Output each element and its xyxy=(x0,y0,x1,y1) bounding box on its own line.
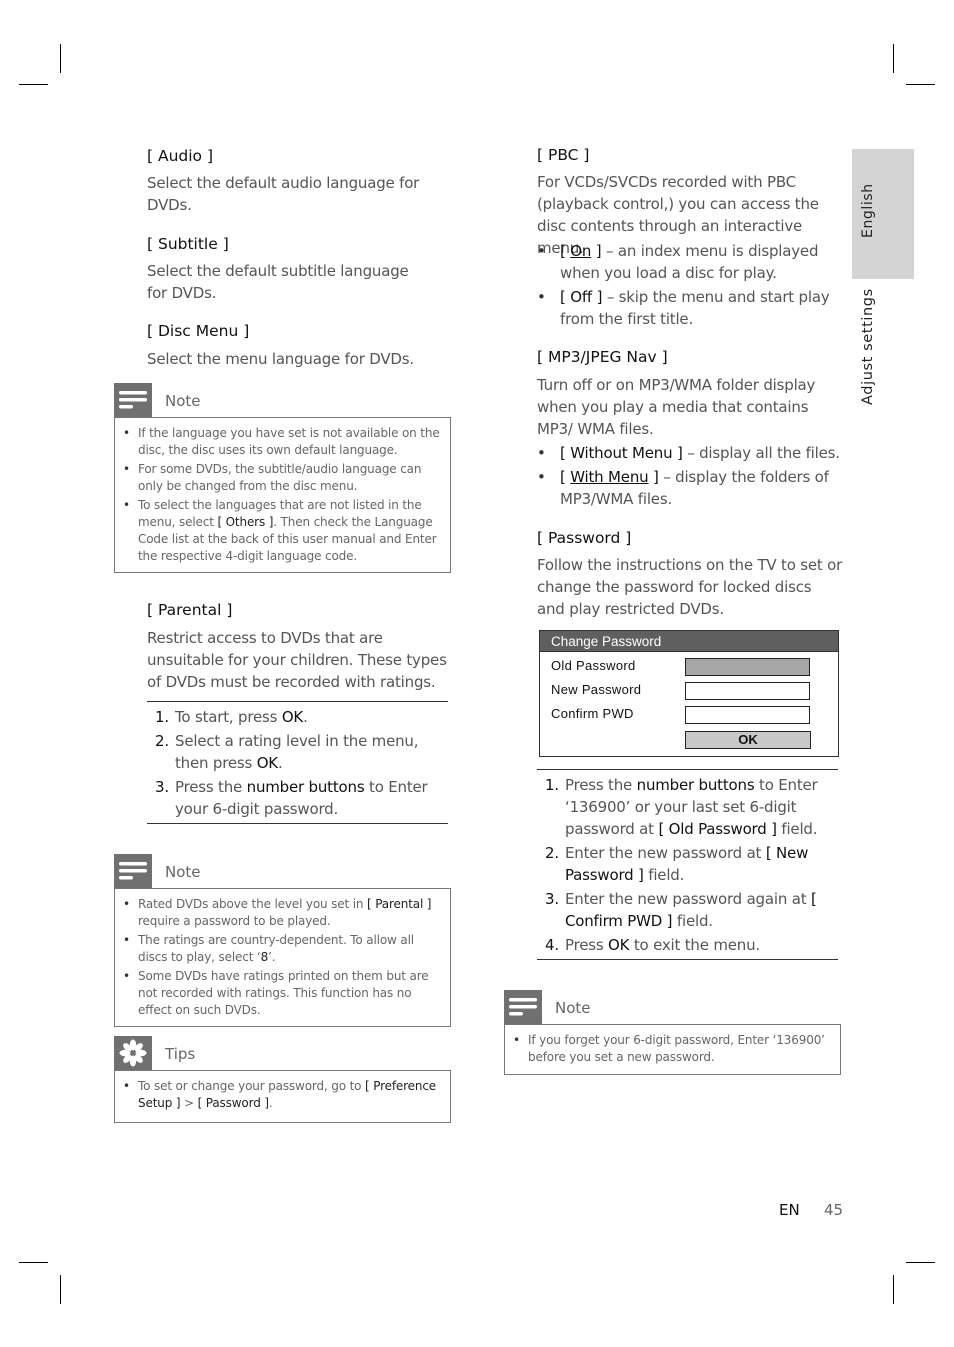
pbc-options: •[ On ] – an index menu is displayed whe… xyxy=(537,240,843,330)
step-item: 4. Press OK to exit the menu. xyxy=(545,936,760,954)
crop-mark xyxy=(19,84,48,85)
side-tab-language-label: English xyxy=(860,183,876,238)
footer-lang: EN xyxy=(779,1201,800,1219)
crop-mark xyxy=(906,1262,935,1263)
disc-menu-heading: [ Disc Menu ] xyxy=(147,322,250,340)
note-item: • The ratings are country-dependent. To a… xyxy=(123,933,414,964)
audio-heading: [ Audio ] xyxy=(147,147,214,165)
password-text: Follow the instructions on the TV to set… xyxy=(537,556,843,618)
parental-heading: [ Parental ] xyxy=(147,601,233,619)
note-box-password: Note • If you forget your 6-digit passwor… xyxy=(504,990,841,1075)
new-password-label: New Password xyxy=(551,682,642,697)
note-item: • Rated DVDs above the level you set in [… xyxy=(123,897,432,928)
note-item: • Some DVDs have ratings printed on them … xyxy=(123,969,429,1017)
subtitle-heading: [ Subtitle ] xyxy=(147,235,229,253)
tips-title: Tips xyxy=(165,1045,196,1063)
note-box-parental: Note • Rated DVDs above the level you set… xyxy=(114,854,451,1027)
option-item: •[ Off ] – skip the menu and start play … xyxy=(537,288,830,328)
pbc-heading: [ PBC ] xyxy=(537,146,590,164)
note-item: • For some DVDs, the subtitle/audio langu… xyxy=(123,462,422,493)
option-item: •[ With Menu ] – display the folders of … xyxy=(537,468,829,508)
note-title: Note xyxy=(165,392,201,410)
mp3nav-text: Turn off or on MP3/WMA folder display wh… xyxy=(537,376,816,438)
step-item: 2. Select a rating level in the menu, the… xyxy=(155,732,419,772)
dialog-title: Change Password xyxy=(539,630,839,652)
step-item: 1. Press the number buttons to Enter ‘136… xyxy=(545,776,818,838)
tips-item: • To set or change your password, go to [… xyxy=(123,1079,437,1110)
tips-box: Tips • To set or change your password, go… xyxy=(114,1036,451,1123)
note-icon xyxy=(114,383,152,417)
crop-mark xyxy=(893,44,894,73)
note-title: Note xyxy=(555,999,591,1017)
tips-icon xyxy=(114,1036,152,1070)
note-icon xyxy=(114,854,152,888)
page-number: 45 xyxy=(824,1201,844,1219)
new-password-field[interactable] xyxy=(685,682,810,700)
crop-mark xyxy=(893,1275,894,1304)
mp3nav-options: •[ Without Menu ] – display all the file… xyxy=(537,442,843,510)
confirm-pwd-label: Confirm PWD xyxy=(551,706,634,721)
note-title: Note xyxy=(165,863,201,881)
parental-steps: 1. To start, press OK. 2. Select a rating … xyxy=(147,701,448,824)
step-item: 1. To start, press OK. xyxy=(155,708,308,726)
crop-mark xyxy=(19,1262,48,1263)
crop-mark xyxy=(60,1275,61,1304)
change-password-dialog: Change Password Old Password New Passwor… xyxy=(539,630,839,757)
parental-text: Restrict access to DVDs that are unsuita… xyxy=(147,629,447,691)
note-box-language: Note • If the language you have set is no… xyxy=(114,383,451,573)
crop-mark xyxy=(906,84,935,85)
password-steps: 1. Press the number buttons to Enter ‘136… xyxy=(537,769,838,960)
step-item: 3. Press the number buttons to Enter your… xyxy=(155,778,428,818)
note-item: • If the language you have set is not ava… xyxy=(123,426,440,457)
mp3nav-heading: [ MP3/JPEG Nav ] xyxy=(537,348,668,366)
note-icon xyxy=(504,990,542,1024)
crop-mark xyxy=(60,44,61,73)
note-item: • To select the languages that are not li… xyxy=(123,498,437,563)
side-tab-section-label: Adjust settings xyxy=(860,288,876,405)
option-item: •[ On ] – an index menu is displayed whe… xyxy=(537,242,819,282)
confirm-pwd-field[interactable] xyxy=(685,706,810,724)
note-item: • If you forget your 6-digit password, En… xyxy=(513,1033,825,1064)
audio-text: Select the default audio language for DV… xyxy=(147,174,420,214)
step-item: 2. Enter the new password at [ New Passwo… xyxy=(545,844,809,884)
ok-button[interactable]: OK xyxy=(685,731,811,749)
disc-menu-text: Select the menu language for DVDs. xyxy=(147,350,414,368)
old-password-field[interactable] xyxy=(685,658,810,676)
password-heading: [ Password ] xyxy=(537,529,632,547)
step-item: 3. Enter the new password again at [ Conf… xyxy=(545,890,817,930)
old-password-label: Old Password xyxy=(551,658,636,673)
option-item: •[ Without Menu ] – display all the file… xyxy=(537,444,840,462)
subtitle-text: Select the default subtitle language for… xyxy=(147,262,409,302)
